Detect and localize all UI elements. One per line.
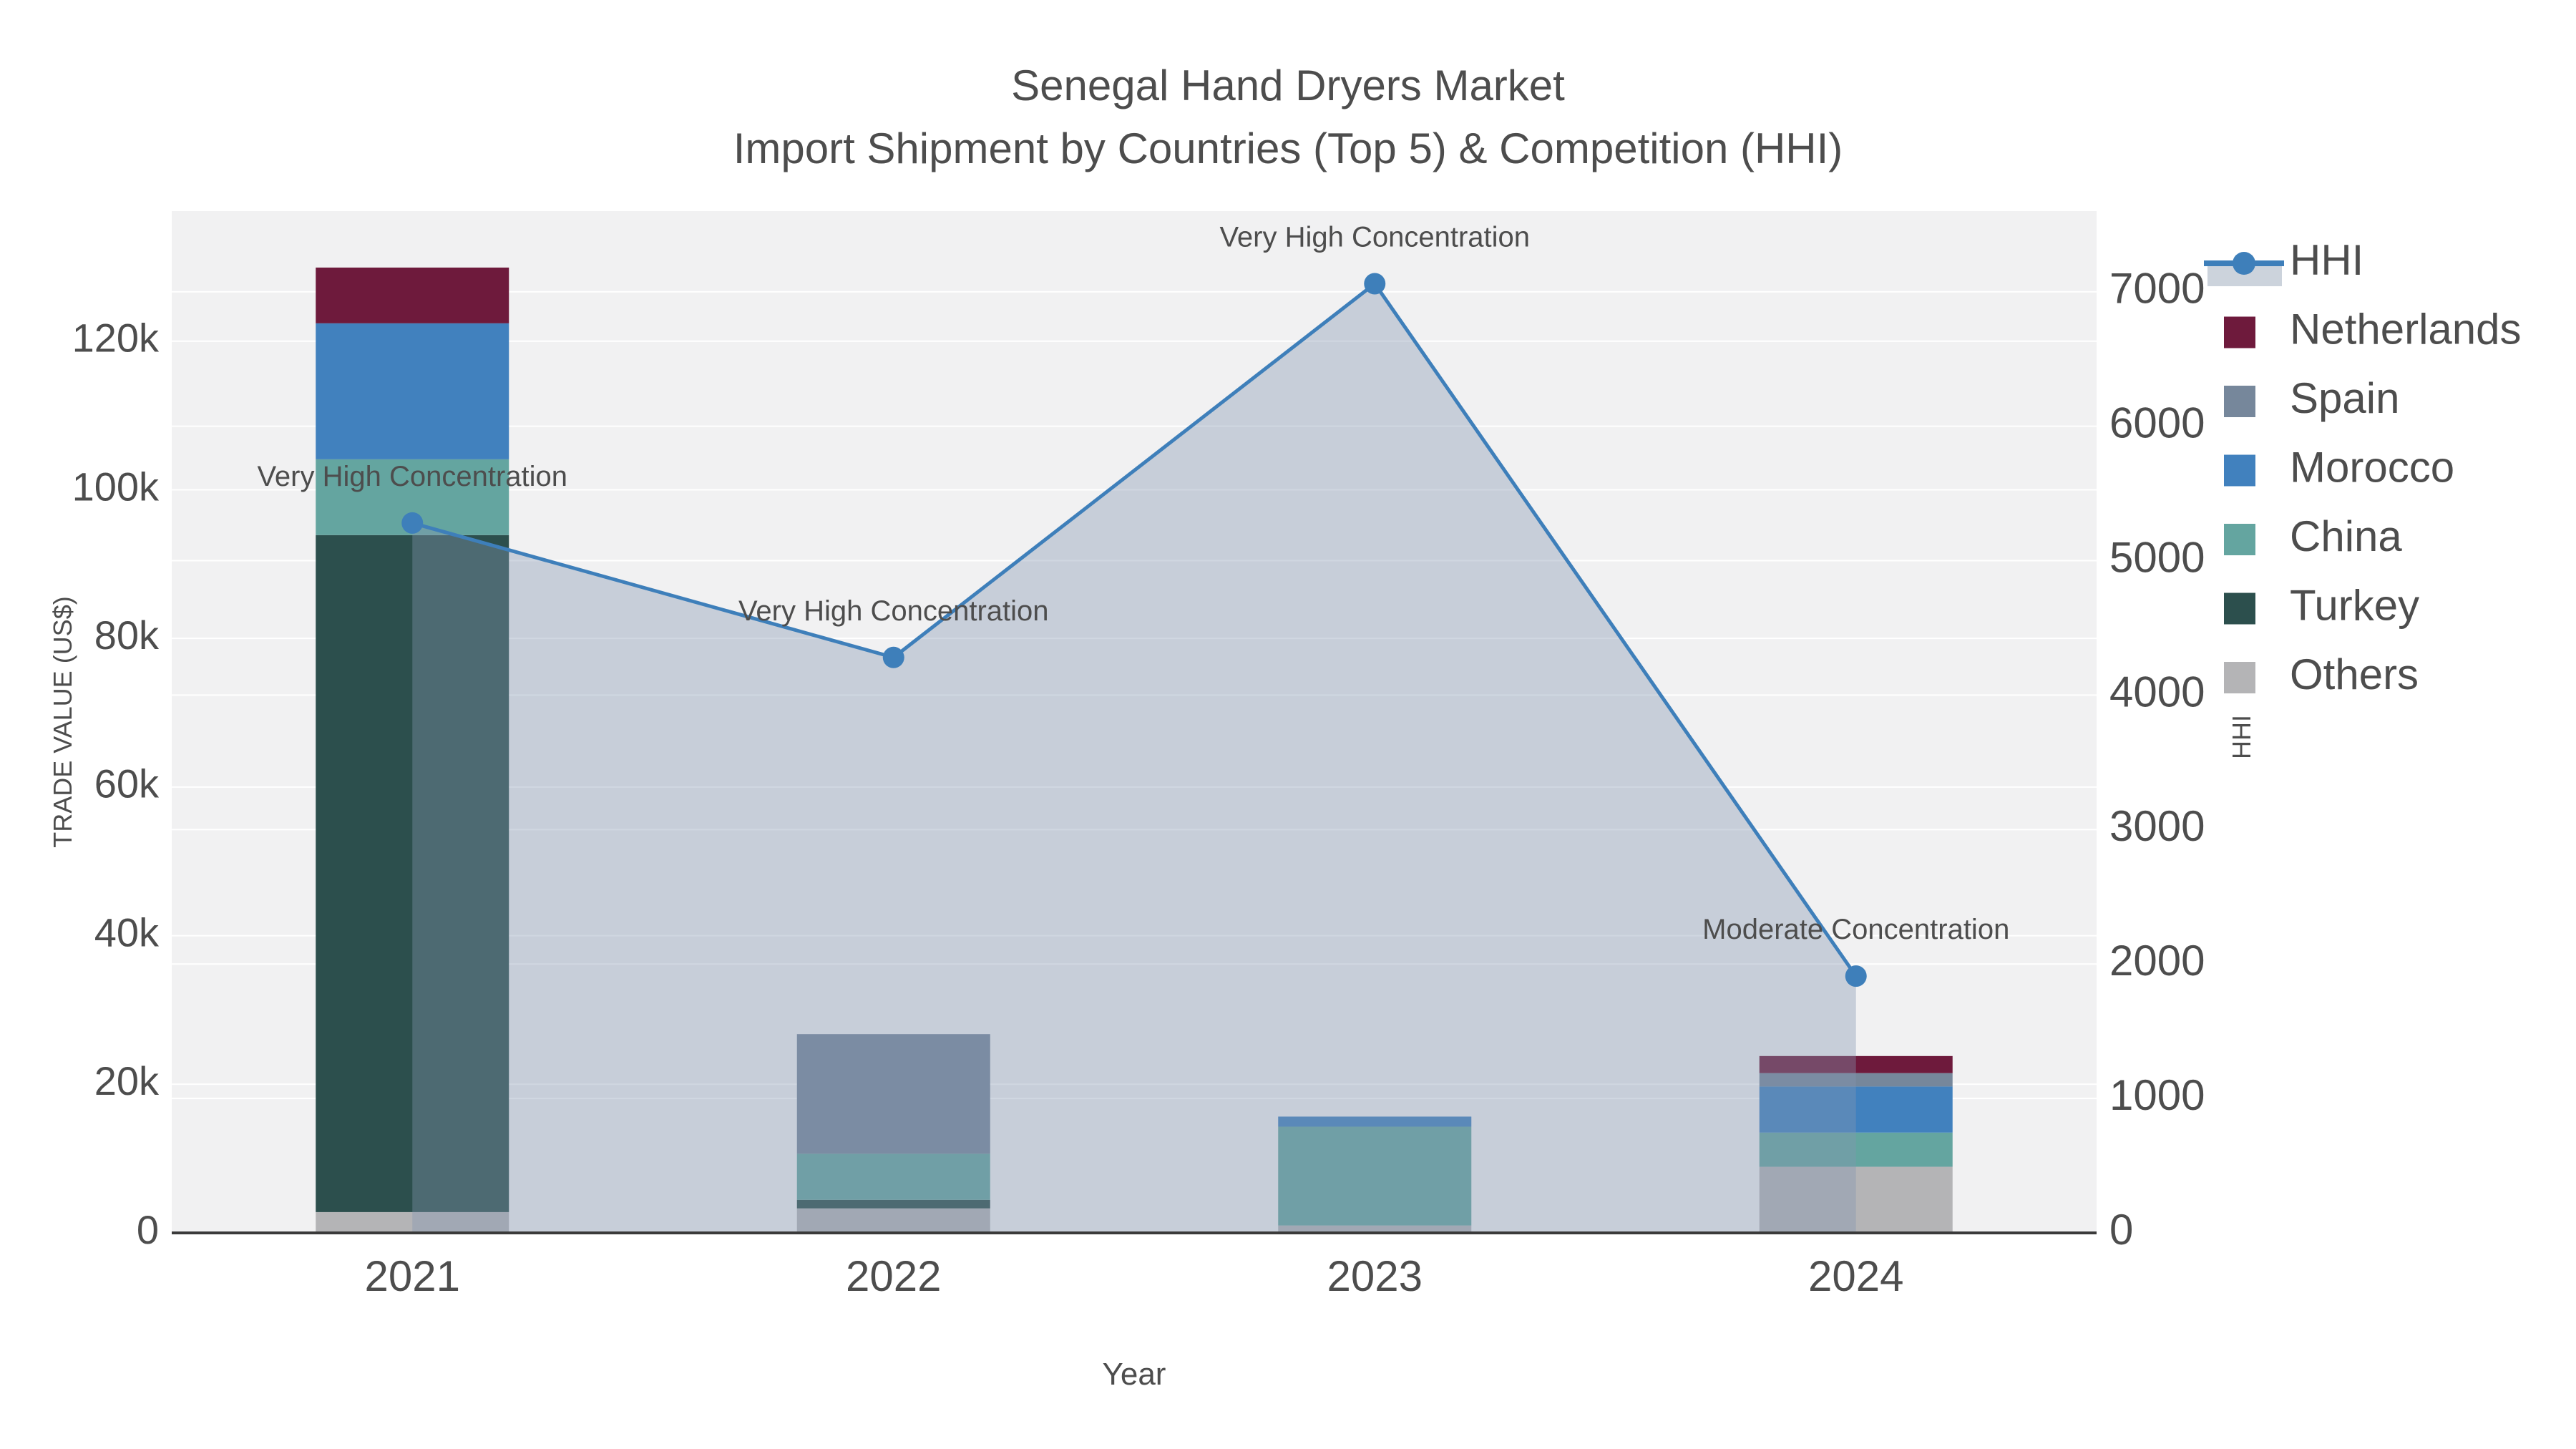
bar-segment-netherlands-2021[interactable]	[316, 267, 509, 323]
x-tick-label-2023: 2023	[1327, 1252, 1423, 1300]
legend: HHI Netherlands Spain Morocco China Turkey Oth…	[2204, 236, 2522, 698]
y-tick-label-right: 1000	[2109, 1071, 2205, 1119]
y-tick-label-left: 60k	[94, 761, 160, 806]
legend-item-spain[interactable]: Spain	[2224, 374, 2399, 422]
legend-swatch-china	[2224, 524, 2255, 555]
y-tick-label-right: 7000	[2109, 265, 2205, 313]
chart-svg: Very High Concentration Very High Concent…	[0, 0, 2576, 1449]
hhi-marker-2023[interactable]	[1364, 273, 1386, 295]
hhi-marker-2024[interactable]	[1845, 965, 1867, 987]
y-tick-label-left: 40k	[94, 909, 160, 955]
legend-hhi-marker-icon	[2233, 252, 2255, 275]
legend-label-china: China	[2290, 512, 2402, 560]
legend-swatch-spain	[2224, 386, 2255, 417]
x-tick-label-2024: 2024	[1808, 1252, 1903, 1300]
annotation-2023: Very High Concentration	[1219, 221, 1530, 253]
annotation-2024: Moderate Concentration	[1702, 914, 2009, 945]
legend-item-netherlands[interactable]: Netherlands	[2224, 305, 2522, 353]
legend-swatch-morocco	[2224, 454, 2255, 487]
y-tick-label-left: 120k	[72, 316, 160, 361]
legend-item-morocco[interactable]: Morocco	[2224, 443, 2454, 491]
y-tick-label-right: 6000	[2109, 399, 2205, 447]
x-axis-title: Year	[1103, 1357, 1166, 1392]
legend-swatch-others	[2224, 662, 2255, 693]
chart-title: Senegal Hand Dryers Market	[1011, 62, 1565, 109]
x-tick-label-2022: 2022	[846, 1252, 941, 1300]
chart-container: Very High Concentration Very High Concent…	[0, 0, 2576, 1449]
legend-label-spain: Spain	[2290, 374, 2399, 422]
y-tick-label-right: 5000	[2109, 533, 2205, 581]
legend-label-morocco: Morocco	[2290, 443, 2454, 491]
legend-swatch-turkey	[2224, 592, 2255, 625]
y-tick-label-left: 20k	[94, 1058, 160, 1103]
y-tick-label-right: 3000	[2109, 802, 2205, 850]
legend-item-others[interactable]: Others	[2224, 650, 2419, 698]
legend-item-hhi[interactable]: HHI	[2204, 236, 2363, 286]
annotation-2021: Very High Concentration	[257, 461, 567, 492]
hhi-marker-2022[interactable]	[882, 646, 904, 668]
y-tick-label-right: 2000	[2109, 937, 2205, 985]
legend-label-turkey: Turkey	[2290, 581, 2419, 629]
y-axis-title-left: TRADE VALUE (US$)	[48, 596, 77, 847]
y-tick-label-right: 4000	[2109, 668, 2205, 716]
chart-subtitle: Import Shipment by Countries (Top 5) & C…	[733, 125, 1843, 172]
legend-label-netherlands: Netherlands	[2290, 305, 2522, 353]
x-tick-label-2021: 2021	[365, 1252, 460, 1300]
y-axis-title-right: HHI	[2227, 715, 2256, 759]
legend-label-others: Others	[2290, 650, 2419, 698]
hhi-marker-2021[interactable]	[401, 512, 424, 534]
legend-swatch-netherlands	[2224, 316, 2255, 348]
bar-segment-morocco-2021[interactable]	[316, 323, 509, 459]
legend-item-china[interactable]: China	[2224, 512, 2402, 560]
y-tick-label-left: 0	[137, 1207, 159, 1252]
legend-item-turkey[interactable]: Turkey	[2224, 581, 2419, 629]
legend-label-hhi: HHI	[2290, 236, 2363, 284]
y-tick-label-left: 80k	[94, 613, 160, 658]
y-tick-label-right: 0	[2109, 1206, 2133, 1254]
annotation-2022: Very High Concentration	[738, 595, 1049, 627]
y-tick-label-left: 100k	[72, 464, 160, 509]
